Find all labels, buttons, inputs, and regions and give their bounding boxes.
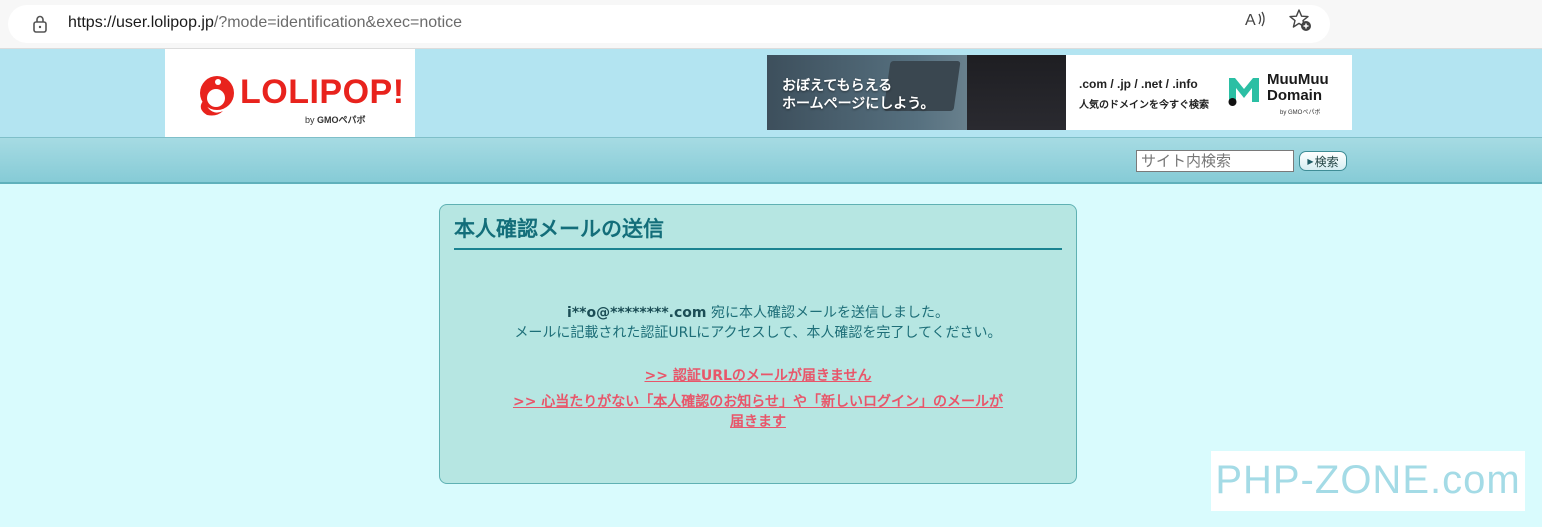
- muumuu-logo-icon: [1228, 78, 1259, 106]
- site-search-input[interactable]: [1136, 150, 1294, 172]
- logo-text: LOLIPOP!: [240, 73, 405, 111]
- watermark-text: PHP-ZONE.com: [1215, 458, 1521, 502]
- muumuu-brand-line-1: MuuMuu: [1267, 71, 1329, 88]
- logo-by-word: by: [305, 115, 315, 125]
- banner-headline-2: ホームページにしよう。: [782, 96, 935, 112]
- banner-photo: おぼえてもらえる ホームページにしよう。: [767, 55, 1066, 130]
- url-path: /?mode=identification&exec=notice: [213, 14, 463, 31]
- lock-icon[interactable]: [30, 14, 50, 34]
- person-image: [967, 55, 1066, 130]
- unexpected-mail-link-line-1: >> 心当たりがない「本人確認のお知らせ」や「新しいログイン」のメールが: [512, 394, 1004, 410]
- masked-email: i**o@********.com: [567, 305, 707, 321]
- logo-byline: by GMOペパボ: [305, 113, 366, 126]
- play-arrow-icon: ▶: [1307, 156, 1314, 166]
- banner-domains: .com / .jp / .net / .info: [1079, 77, 1198, 91]
- nav-bar: ▶検索: [0, 137, 1542, 184]
- identification-panel: 本人確認メールの送信 i**o@********.com 宛に本人確認メールを送…: [439, 204, 1077, 484]
- banner-domains-sub: 人気のドメインを今すぐ検索: [1079, 100, 1209, 111]
- watermark: PHP-ZONE.com: [1211, 451, 1525, 511]
- sent-message: i**o@********.com 宛に本人確認メールを送信しました。: [440, 302, 1076, 322]
- url-text[interactable]: https://user.lolipop.jp/?mode=identifica…: [68, 14, 462, 32]
- page-title: 本人確認メールの送信: [454, 213, 1062, 250]
- read-aloud-icon[interactable]: A: [1244, 8, 1266, 30]
- address-bar[interactable]: https://user.lolipop.jp/?mode=identifica…: [8, 5, 1330, 43]
- muumuu-domain-banner[interactable]: おぼえてもらえる ホームページにしよう。 .com / .jp / .net /…: [767, 55, 1352, 130]
- url-host: https://user.lolipop.jp: [68, 14, 214, 31]
- svg-text:A: A: [1245, 12, 1256, 29]
- muumuu-byline: by GMOペパボ: [1280, 110, 1321, 116]
- unexpected-mail-link-line-2: 届きます: [730, 414, 786, 430]
- lolipop-mascot-icon: [200, 76, 234, 116]
- mail-not-received-link[interactable]: >> 認証URLのメールが届きません: [440, 366, 1076, 386]
- sent-message-suffix: 宛に本人確認メールを送信しました。: [706, 305, 949, 321]
- banner-headline-1: おぼえてもらえる: [782, 78, 893, 94]
- muumuu-brand-line-2: Domain: [1267, 87, 1323, 104]
- unexpected-mail-link[interactable]: >> 心当たりがない「本人確認のお知らせ」や「新しいログイン」のメールが 届きます: [440, 392, 1076, 432]
- instruction-message: メールに記載された認証URLにアクセスして、本人確認を完了してください。: [514, 325, 1002, 341]
- muumuu-brand: MuuMuu Domain: [1267, 72, 1329, 104]
- site-search-button[interactable]: ▶ 検索: [1299, 151, 1347, 171]
- logo-company: GMOペパボ: [317, 115, 366, 125]
- browser-toolbar: https://user.lolipop.jp/?mode=identifica…: [0, 0, 1542, 49]
- add-favorite-icon[interactable]: [1288, 8, 1312, 32]
- search-button-label: 検索: [1314, 154, 1339, 169]
- site-header: LOLIPOP! by GMOペパボ おぼえてもらえる ホームページにしよう。 …: [0, 49, 1542, 137]
- lolipop-logo[interactable]: LOLIPOP! by GMOペパボ: [165, 49, 415, 137]
